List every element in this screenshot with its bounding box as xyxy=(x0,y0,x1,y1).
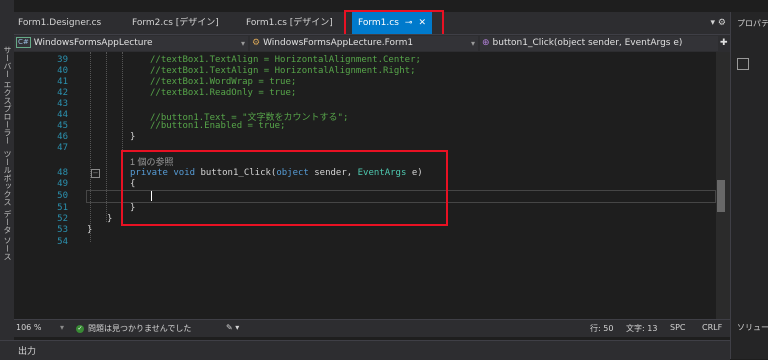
tab-form1-designer-cs[interactable]: Form1.Designer.cs xyxy=(18,12,101,34)
line-number: 45 xyxy=(57,121,68,131)
data-sources-tab[interactable]: データ ソース xyxy=(2,210,13,261)
toolbox-tab[interactable]: ツールボックス xyxy=(2,150,13,206)
tab-list-dropdown-icon[interactable]: ▾ xyxy=(711,18,716,28)
line-number: 47 xyxy=(57,143,68,153)
class-dropdown[interactable]: ⚙ WindowsFormsAppLecture.Form1 ▾ xyxy=(250,36,478,51)
line-number: 50 xyxy=(57,191,68,201)
issues-text: 問題は見つかりませんでした xyxy=(88,324,192,333)
line-number: 40 xyxy=(57,66,68,76)
csharp-project-icon: C# xyxy=(16,37,31,48)
line-number: 46 xyxy=(57,132,68,142)
class-label: WindowsFormsAppLecture.Form1 xyxy=(263,38,414,48)
line-number: 51 xyxy=(57,203,68,213)
editor-status-bar: 106 % ▾ ✓ 問題は見つかりませんでした ✎ ▾ 行: 50 文字: 13 … xyxy=(14,319,730,337)
chevron-down-icon: ▾ xyxy=(240,39,245,48)
method-icon: ⊕ xyxy=(482,38,490,48)
properties-title: プロパティ xyxy=(737,19,768,28)
line-ending-indicator[interactable]: CRLF xyxy=(702,323,722,332)
zoom-dropdown-icon[interactable]: ▾ xyxy=(60,323,64,332)
check-icon: ✓ xyxy=(76,324,84,333)
line-number: 43 xyxy=(57,99,68,109)
tab-form2-design[interactable]: Form2.cs [デザイン] xyxy=(132,12,219,34)
line-number: 52 xyxy=(57,214,68,224)
settings-gear-icon[interactable]: ⚙ xyxy=(718,18,726,28)
member-label: button1_Click(object sender, EventArgs e… xyxy=(492,38,683,48)
code-line: //textBox1.TextAlign = HorizontalAlignme… xyxy=(150,66,416,76)
line-number: 48 xyxy=(57,168,68,178)
code-line: //textBox1.ReadOnly = true; xyxy=(150,88,297,98)
left-tool-strip: サーバー エクスプローラー ツールボックス データ ソース xyxy=(0,0,14,340)
line-number: 41 xyxy=(57,77,68,87)
line-number: 54 xyxy=(57,237,68,247)
line-number: 42 xyxy=(57,88,68,98)
solution-explorer-tab[interactable]: ソリュー xyxy=(737,322,768,333)
code-line: } xyxy=(130,132,136,142)
split-editor-icon[interactable]: ✚ xyxy=(718,36,730,51)
code-line: } xyxy=(107,214,113,224)
column-indicator[interactable]: 文字: 13 xyxy=(626,323,657,334)
indent-guide xyxy=(90,52,91,242)
chevron-down-icon: ▾ xyxy=(470,39,475,48)
highlight-box-method xyxy=(121,150,448,226)
server-explorer-tab[interactable]: サーバー エクスプローラー xyxy=(2,46,13,145)
navigation-bar: C# WindowsFormsAppLecture ▾ ⚙ WindowsForms… xyxy=(14,34,730,53)
output-panel-tab-bar xyxy=(0,340,730,360)
class-icon: ⚙ xyxy=(252,38,261,48)
code-line: //textBox1.WordWrap = true; xyxy=(150,77,297,87)
whitespace-indicator[interactable]: SPC xyxy=(670,323,686,332)
line-number: 49 xyxy=(57,179,68,189)
tab-menu: ▾ ⚙ xyxy=(711,12,726,34)
line-number: 53 xyxy=(57,225,68,235)
collapse-icon[interactable]: − xyxy=(91,169,100,178)
code-cleanup-icon[interactable]: ✎ ▾ xyxy=(226,323,239,332)
categorized-icon[interactable] xyxy=(737,58,749,70)
code-line: //textBox1.TextAlign = HorizontalAlignme… xyxy=(150,55,421,65)
project-dropdown[interactable]: C# WindowsFormsAppLecture ▾ xyxy=(14,36,248,51)
line-indicator[interactable]: 行: 50 xyxy=(590,323,613,334)
project-label: WindowsFormsAppLecture xyxy=(33,38,153,48)
code-line: } xyxy=(87,225,93,235)
line-number: 44 xyxy=(57,110,68,120)
scrollbar-thumb[interactable] xyxy=(717,180,725,212)
output-tab[interactable]: 出力 xyxy=(18,344,36,357)
tab-form1-design[interactable]: Form1.cs [デザイン] xyxy=(246,12,333,34)
zoom-level[interactable]: 106 % xyxy=(16,323,41,332)
member-dropdown[interactable]: ⊕ button1_Click(object sender, EventArgs … xyxy=(480,36,718,51)
issues-indicator[interactable]: ✓ 問題は見つかりませんでした xyxy=(76,323,191,334)
line-number: 39 xyxy=(57,55,68,65)
code-line: //button1.Enabled = true; xyxy=(150,121,286,131)
properties-panel: プロパティ ソリュー xyxy=(730,12,768,359)
